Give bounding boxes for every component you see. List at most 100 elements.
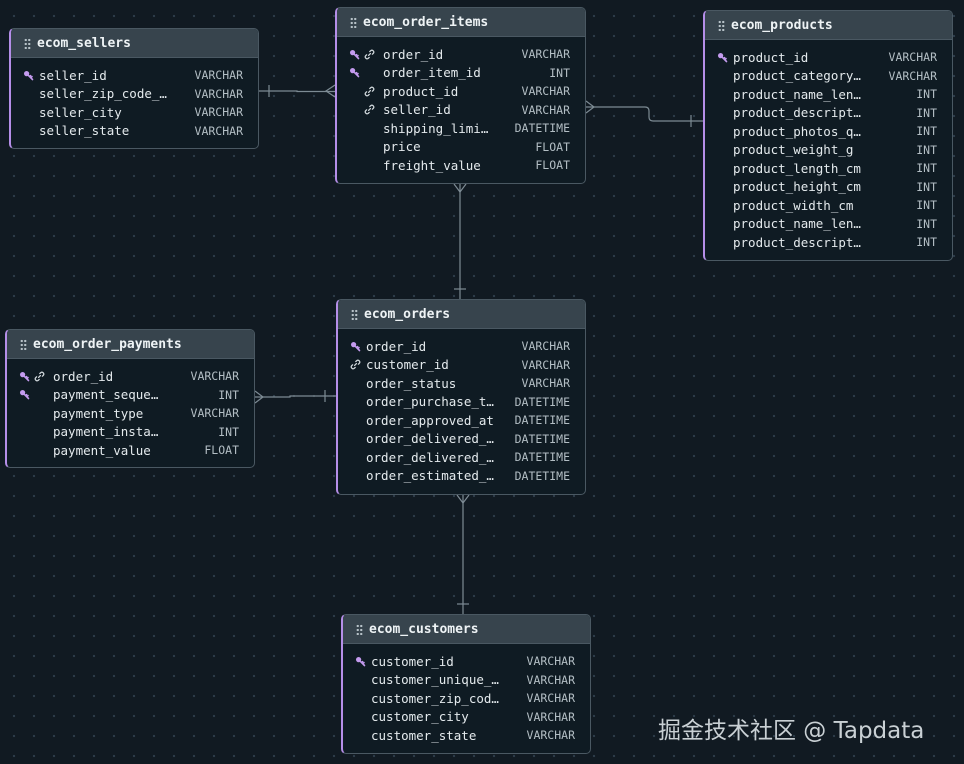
column-type: VARCHAR <box>194 105 243 120</box>
column-row[interactable]: customer_id VARCHAR <box>338 356 585 375</box>
column-row[interactable]: order_id VARCHAR <box>7 367 254 386</box>
rel-payments-orders <box>255 395 336 398</box>
column-type: INT <box>916 87 937 102</box>
column-icons <box>337 85 383 97</box>
column-type: INT <box>916 198 937 213</box>
column-row[interactable]: customer_zip_cod… VARCHAR <box>343 689 590 708</box>
column-row[interactable]: product_descript… INT <box>705 104 952 123</box>
column-name: product_photos_q… <box>733 123 861 139</box>
column-icons <box>7 370 53 382</box>
column-type: VARCHAR <box>521 84 570 99</box>
column-row[interactable]: product_length_cm INT <box>705 159 952 178</box>
column-row[interactable]: product_category… VARCHAR <box>705 67 952 86</box>
drag-handle-icon[interactable] <box>351 308 358 320</box>
table-header[interactable]: ecom_order_items <box>337 8 585 37</box>
column-name: payment_seque… <box>53 387 159 403</box>
column-row[interactable]: order_delivered_… DATETIME <box>338 430 585 449</box>
column-row[interactable]: price FLOAT <box>337 138 585 157</box>
foreign-key-link-icon <box>362 85 377 97</box>
table-ecom-sellers[interactable]: ecom_sellers seller_id VARCHAR seller_zip_c… <box>9 28 259 149</box>
table-header[interactable]: ecom_order_payments <box>7 330 254 359</box>
column-row[interactable]: payment_seque… INT <box>7 386 254 405</box>
column-type: VARCHAR <box>526 691 575 706</box>
table-ecom-orders[interactable]: ecom_orders order_id VARCHAR customer_id VAR… <box>336 299 586 495</box>
column-icons <box>11 69 39 81</box>
column-row[interactable]: product_name_len… INT <box>705 85 952 104</box>
column-type: FLOAT <box>535 139 570 154</box>
column-row[interactable]: payment_value FLOAT <box>7 441 254 460</box>
column-row[interactable]: payment_insta… INT <box>7 423 254 442</box>
column-row[interactable]: customer_unique_… VARCHAR <box>343 671 590 690</box>
column-row[interactable]: order_purchase_t… DATETIME <box>338 393 585 412</box>
drag-handle-icon[interactable] <box>20 338 27 350</box>
foreign-key-link-icon <box>362 104 377 116</box>
table-name: ecom_orders <box>364 306 451 322</box>
column-row[interactable]: customer_city VARCHAR <box>343 708 590 727</box>
column-name: order_delivered_… <box>366 431 494 447</box>
column-row[interactable]: seller_city VARCHAR <box>11 103 258 122</box>
table-header[interactable]: ecom_products <box>705 11 952 40</box>
column-row[interactable]: seller_id VARCHAR <box>337 101 585 120</box>
column-row[interactable]: customer_id VARCHAR <box>343 652 590 671</box>
column-row[interactable]: product_width_cm INT <box>705 196 952 215</box>
column-row[interactable]: customer_state VARCHAR <box>343 726 590 745</box>
table-header[interactable]: ecom_customers <box>343 615 590 644</box>
column-row[interactable]: order_approved_at DATETIME <box>338 411 585 430</box>
column-row[interactable]: product_descript… INT <box>705 233 952 252</box>
column-type: INT <box>916 179 937 194</box>
table-ecom-customers[interactable]: ecom_customers customer_id VARCHAR customer… <box>341 614 591 754</box>
column-row[interactable]: shipping_limi… DATETIME <box>337 119 585 138</box>
column-name: customer_unique_… <box>371 672 499 688</box>
column-row[interactable]: product_height_cm INT <box>705 178 952 197</box>
column-row[interactable]: order_id VARCHAR <box>338 337 585 356</box>
column-row[interactable]: order_status VARCHAR <box>338 374 585 393</box>
column-row[interactable]: seller_id VARCHAR <box>11 66 258 85</box>
column-name: customer_state <box>371 727 477 743</box>
column-row[interactable]: product_id VARCHAR <box>705 48 952 67</box>
column-type: FLOAT <box>204 443 239 458</box>
column-name: customer_id <box>366 357 449 373</box>
drag-handle-icon[interactable] <box>356 623 363 635</box>
column-row[interactable]: payment_type VARCHAR <box>7 404 254 423</box>
column-type: INT <box>916 235 937 250</box>
drag-handle-icon[interactable] <box>718 19 725 31</box>
column-name: product_length_cm <box>733 160 861 176</box>
column-row[interactable]: product_photos_q… INT <box>705 122 952 141</box>
drag-handle-icon[interactable] <box>24 37 31 49</box>
column-row[interactable]: order_id VARCHAR <box>337 45 585 64</box>
column-icons <box>338 340 366 352</box>
column-row[interactable]: freight_value FLOAT <box>337 156 585 175</box>
column-type: VARCHAR <box>190 369 239 384</box>
table-header[interactable]: ecom_sellers <box>11 29 258 58</box>
table-header[interactable]: ecom_orders <box>338 300 585 329</box>
column-row[interactable]: product_weight_g INT <box>705 141 952 160</box>
drag-handle-icon[interactable] <box>350 16 357 28</box>
column-name: payment_insta… <box>53 424 159 440</box>
column-row[interactable]: seller_state VARCHAR <box>11 122 258 141</box>
column-row[interactable]: product_name_len… INT <box>705 215 952 234</box>
column-type: VARCHAR <box>521 376 570 391</box>
column-type: DATETIME <box>514 468 570 483</box>
column-name: product_width_cm <box>733 197 854 213</box>
column-row[interactable]: seller_zip_code_… VARCHAR <box>11 85 258 104</box>
column-type: VARCHAR <box>194 123 243 138</box>
column-name: product_name_len… <box>733 86 861 102</box>
column-row[interactable]: product_id VARCHAR <box>337 82 585 101</box>
table-ecom-order-items[interactable]: ecom_order_items order_id VARCHAR order_ite… <box>335 7 586 184</box>
table-ecom-products[interactable]: ecom_products product_id VARCHAR product_ca… <box>703 10 953 261</box>
column-list: order_id VARCHAR payment_seque… INT payment_… <box>7 359 254 460</box>
column-type: INT <box>549 65 570 80</box>
column-name: price <box>383 139 421 155</box>
column-row[interactable]: order_delivered_… DATETIME <box>338 448 585 467</box>
column-type: INT <box>916 124 937 139</box>
primary-key-icon <box>21 69 36 81</box>
table-ecom-order-payments[interactable]: ecom_order_payments order_id VARCHAR paymen… <box>5 329 255 468</box>
column-name: customer_zip_cod… <box>371 690 499 706</box>
column-row[interactable]: order_estimated_… DATETIME <box>338 467 585 486</box>
foreign-key-link-icon <box>348 359 363 371</box>
column-row[interactable]: order_item_id INT <box>337 64 585 83</box>
column-type: INT <box>218 387 239 402</box>
column-name: seller_state <box>39 123 130 139</box>
column-type: VARCHAR <box>194 68 243 83</box>
column-type: VARCHAR <box>526 728 575 743</box>
